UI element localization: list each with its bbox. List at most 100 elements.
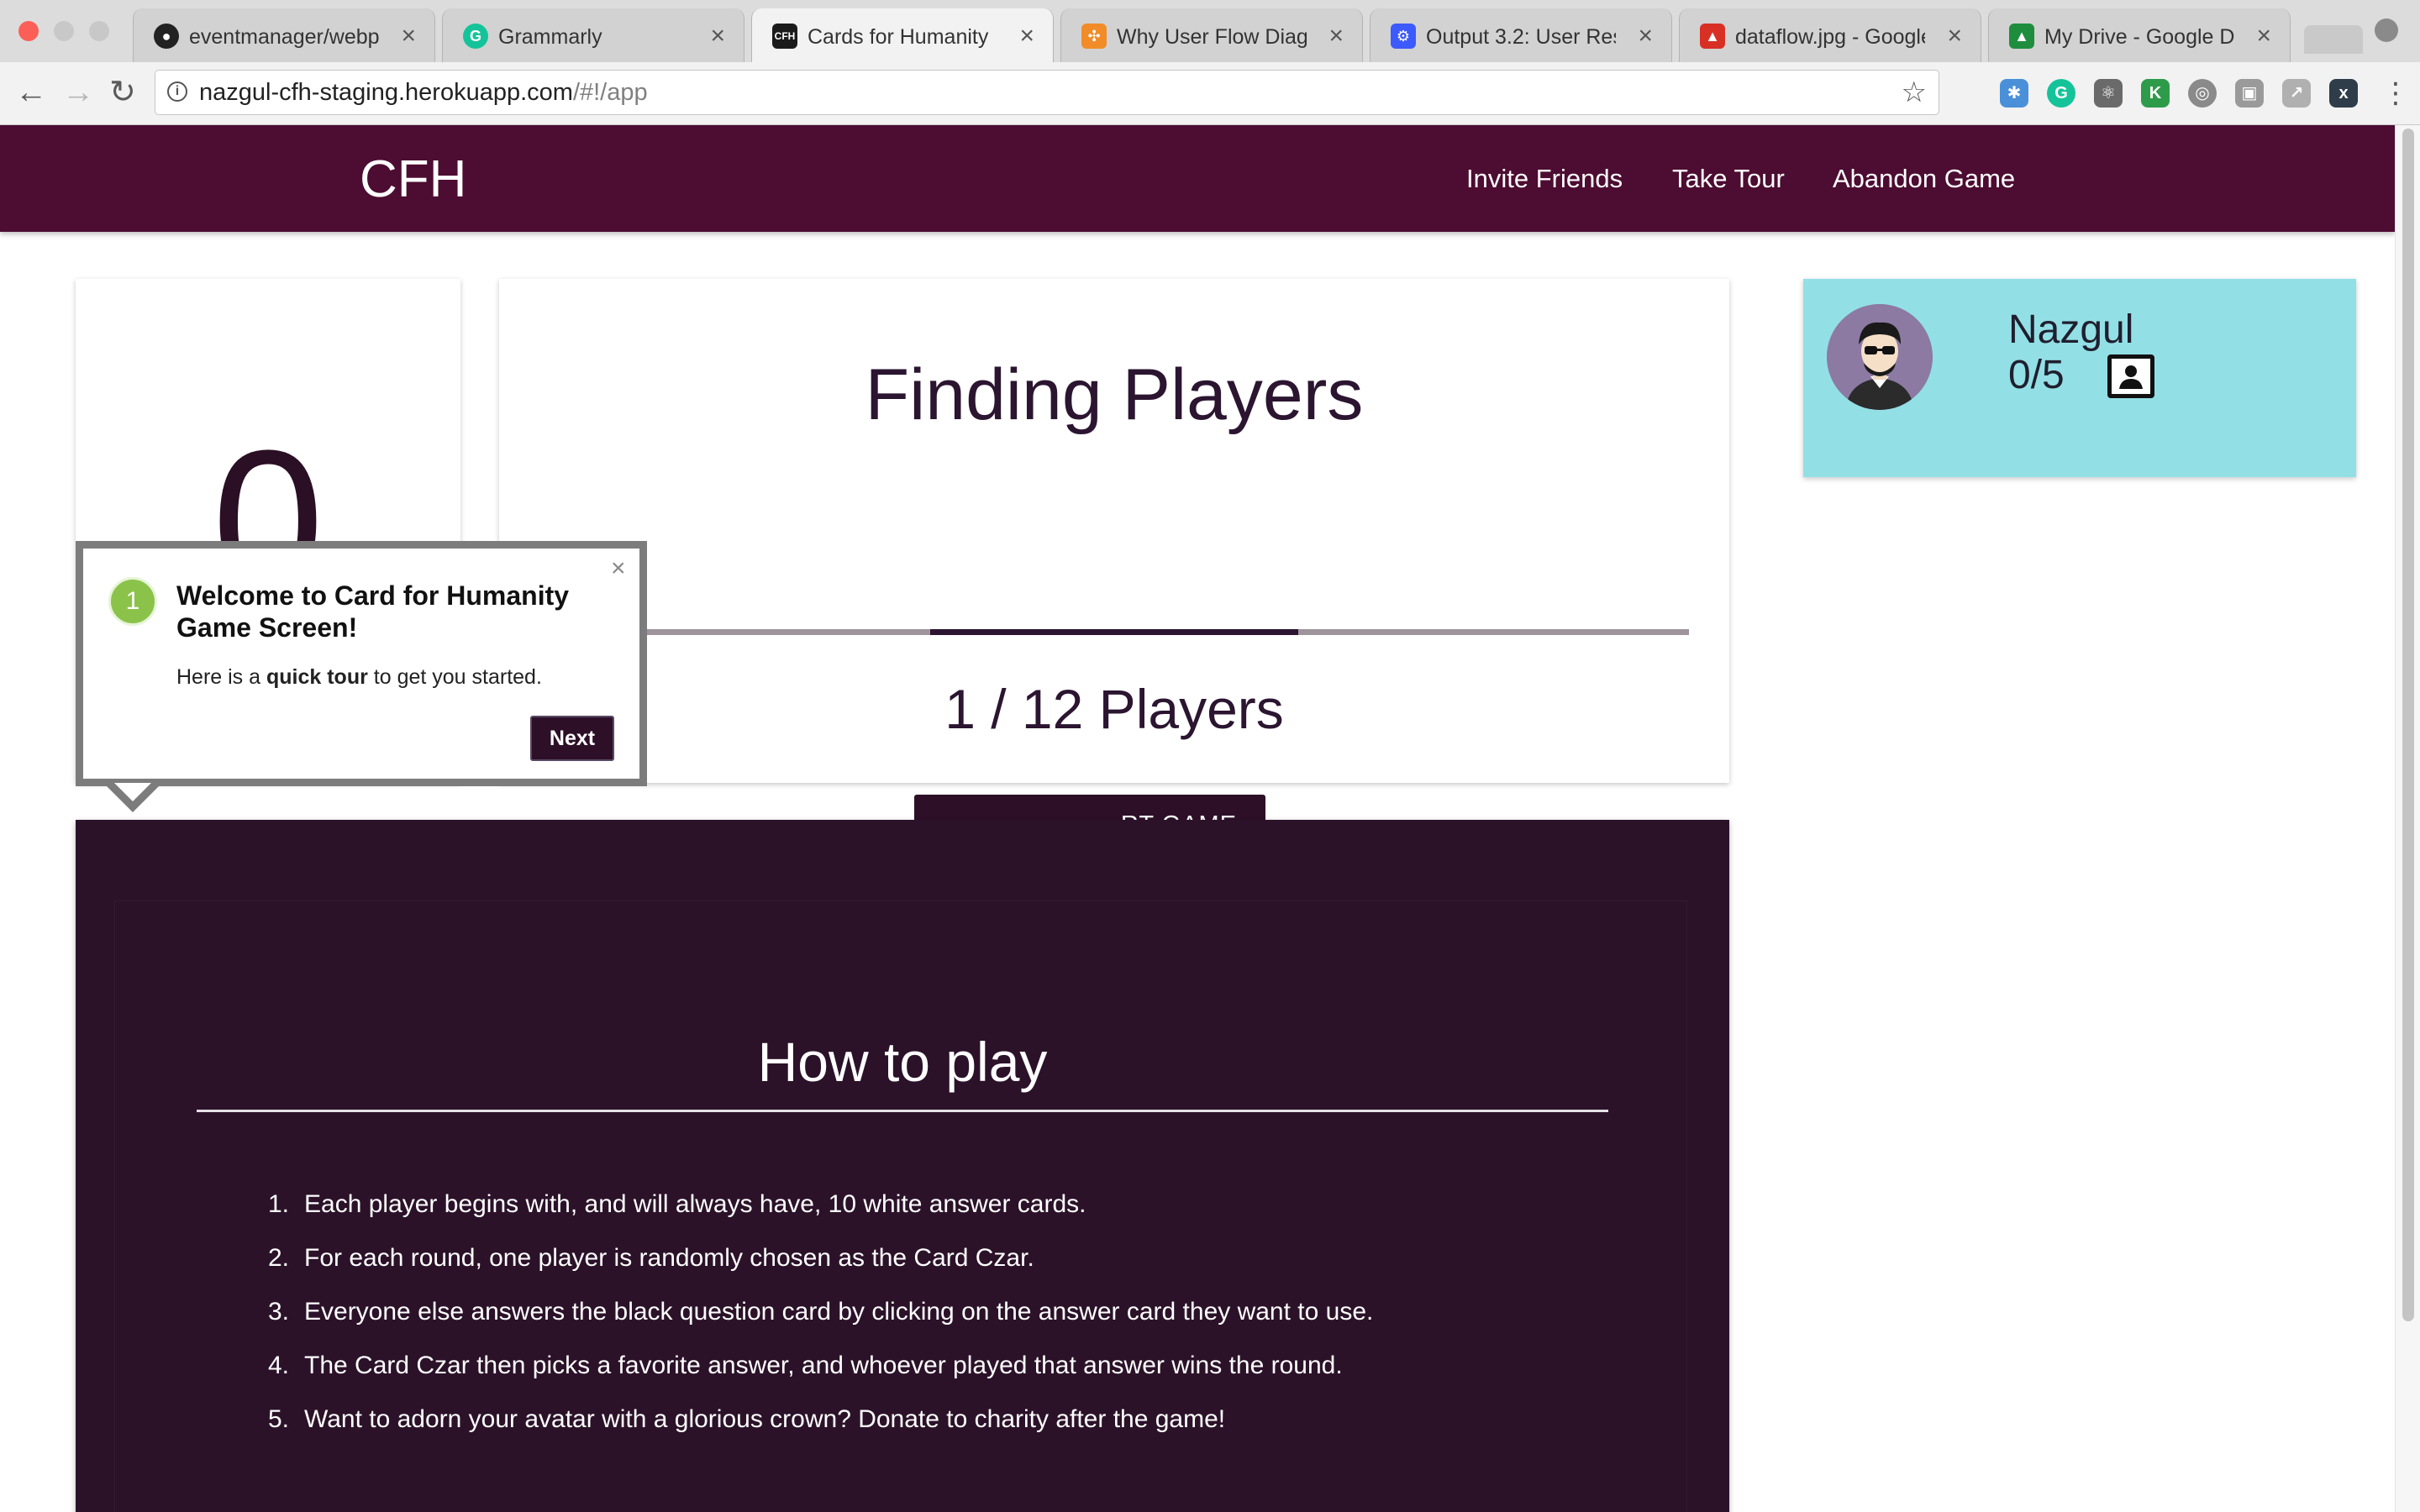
rule-number: 4. <box>267 1352 289 1379</box>
address-bar[interactable]: i nazgul-cfh-staging.herokuapp.com/#!/ap… <box>155 70 1939 115</box>
players-count: 1 / 12 Players <box>944 678 1284 740</box>
tour-popover: 1 Welcome to Card for Humanity Game Scre… <box>76 541 647 786</box>
tour-next-button[interactable]: Next <box>530 716 614 761</box>
page-scrollbar[interactable] <box>2395 125 2420 1512</box>
rule-item: 5. Want to adorn your avatar with a glori… <box>250 1401 1225 1438</box>
maximize-window-button[interactable] <box>89 21 109 41</box>
react-devtools-icon[interactable]: ⚛ <box>2094 79 2123 108</box>
bookmark-star-icon[interactable]: ☆ <box>1902 76 1927 109</box>
extension-icon[interactable]: x <box>2329 79 2358 108</box>
tab-title: eventmanager/webpac <box>189 25 379 49</box>
flow-icon: ✣ <box>1081 24 1107 49</box>
rule-text: The Card Czar then picks a favorite answ… <box>304 1352 1343 1379</box>
how-to-play-panel: How to play 1. Each player begins with, a… <box>76 820 1729 1512</box>
rule-text: Everyone else answers the black question… <box>304 1298 1374 1326</box>
game-status-card: Finding Players 1 / 12 Players RT GAME <box>499 279 1729 855</box>
forward-arrow-icon[interactable]: → <box>62 76 94 109</box>
app-navbar: CFH Invite Friends Take Tour Abandon Gam… <box>0 125 2395 232</box>
cfh-icon: CFH <box>772 24 797 49</box>
url-text: nazgul-cfh-staging.herokuapp.com/#!/app <box>199 78 648 107</box>
status-title: Finding Players <box>865 354 1364 435</box>
gear-icon: ⚙ <box>1391 24 1416 49</box>
tour-text-bold: quick tour <box>266 665 368 689</box>
back-arrow-icon[interactable]: ← <box>15 76 47 109</box>
player-progress-bar <box>539 629 1689 635</box>
extension-icon[interactable]: ✱ <box>2000 79 2028 108</box>
tab-close-icon[interactable]: × <box>710 22 725 50</box>
avatar-illustration <box>1827 304 1933 410</box>
tour-step-badge: 1 <box>108 577 157 626</box>
rule-item: 2. For each round, one player is randomly… <box>250 1240 1034 1277</box>
contact-icon[interactable] <box>2107 354 2154 398</box>
browser-tab[interactable]: ▲ dataflow.jpg - Google × <box>1679 8 1981 62</box>
url-path: /#!/app <box>572 79 648 106</box>
avatar[interactable] <box>1827 304 1933 410</box>
close-window-button[interactable] <box>18 21 39 41</box>
profile-icon[interactable] <box>2375 18 2398 42</box>
tab-title: Cards for Humanity <box>808 25 989 49</box>
rule-text: Want to adorn your avatar with a gloriou… <box>304 1405 1226 1433</box>
tour-text-prefix: Here is a <box>176 665 266 689</box>
invite-friends-link[interactable]: Invite Friends <box>1466 162 1623 196</box>
minimize-window-button[interactable] <box>54 21 74 41</box>
browser-menu-icon[interactable]: ⋮ <box>2381 79 2410 108</box>
page-viewport: CFH Invite Friends Take Tour Abandon Gam… <box>0 125 2395 1512</box>
image-icon: ▲ <box>1700 24 1725 49</box>
tour-close-icon[interactable]: × <box>611 555 626 582</box>
tab-close-icon[interactable]: × <box>2256 22 2271 50</box>
pin-icon[interactable]: ↗ <box>2282 79 2311 108</box>
tab-close-icon[interactable]: × <box>1328 22 1344 50</box>
tab-close-icon[interactable]: × <box>1019 22 1034 50</box>
extension-icon[interactable]: K <box>2141 79 2170 108</box>
browser-tab-bar: ● eventmanager/webpac × G Grammarly × CF… <box>0 0 2420 63</box>
rule-text: Each player begins with, and will always… <box>304 1190 1086 1218</box>
grammarly-extension-icon[interactable]: G <box>2047 79 2075 108</box>
how-to-play-title: How to play <box>757 1031 1048 1093</box>
rule-item: 1. Each player begins with, and will alwa… <box>250 1186 1086 1223</box>
browser-tab[interactable]: ▲ My Drive - Google Driv × <box>1988 8 2291 62</box>
contact-icon-glyph <box>2119 365 2143 389</box>
brand-logo[interactable]: CFH <box>360 150 466 209</box>
player-progress-fill <box>930 629 1298 635</box>
rule-number: 2. <box>267 1244 289 1272</box>
rule-text: For each round, one player is randomly c… <box>304 1244 1034 1272</box>
take-tour-link[interactable]: Take Tour <box>1672 162 1785 196</box>
player-score: 0/5 <box>2008 353 2065 397</box>
drive-icon: ▲ <box>2009 24 2034 49</box>
grammarly-icon: G <box>463 24 488 49</box>
browser-tab[interactable]: ● eventmanager/webpac × <box>133 8 435 62</box>
divider <box>197 1110 1608 1112</box>
rule-number: 5. <box>267 1405 289 1433</box>
tour-text: Here is a quick tour to get you started. <box>176 663 542 691</box>
tour-title: Welcome to Card for Humanity Game Screen… <box>176 580 570 643</box>
rule-item: 3. Everyone else answers the black questi… <box>250 1294 1373 1331</box>
abandon-game-link[interactable]: Abandon Game <box>1833 162 2015 196</box>
new-tab-button[interactable] <box>2304 25 2363 54</box>
tab-title: dataflow.jpg - Google <box>1735 25 1925 49</box>
player-name: Nazgul <box>2008 307 2134 352</box>
browser-tab[interactable]: G Grammarly × <box>442 8 744 62</box>
target-icon[interactable]: ◎ <box>2188 79 2217 108</box>
info-icon[interactable]: i <box>167 81 187 102</box>
rule-number: 1. <box>267 1190 289 1218</box>
tab-title: Why User Flow Diagrar <box>1117 25 1307 49</box>
scrollbar-thumb[interactable] <box>2402 129 2414 1321</box>
player-card: Nazgul 0/5 <box>1803 279 2356 477</box>
camera-icon[interactable]: ▣ <box>2235 79 2264 108</box>
tab-close-icon[interactable]: × <box>401 22 416 50</box>
browser-toolbar: ← → ↻ i nazgul-cfh-staging.herokuapp.com… <box>0 62 2420 125</box>
tour-pointer-inner <box>114 783 151 801</box>
reload-icon[interactable]: ↻ <box>109 76 136 109</box>
rule-item: 4. The Card Czar then picks a favorite an… <box>250 1347 1343 1384</box>
browser-tab[interactable]: ⚙ Output 3.2: User Rese × <box>1370 8 1672 62</box>
github-icon: ● <box>154 24 179 49</box>
browser-tab-active[interactable]: CFH Cards for Humanity × <box>751 8 1054 63</box>
tab-close-icon[interactable]: × <box>1638 22 1653 50</box>
tour-text-suffix: to get you started. <box>367 665 542 689</box>
url-host: nazgul-cfh-staging.herokuapp.com <box>199 79 573 106</box>
browser-tab[interactable]: ✣ Why User Flow Diagrar × <box>1060 8 1363 62</box>
tab-close-icon[interactable]: × <box>1947 22 1962 50</box>
tab-title: Output 3.2: User Rese <box>1426 25 1616 49</box>
tab-title: My Drive - Google Driv <box>2044 25 2234 49</box>
tab-title: Grammarly <box>498 25 602 49</box>
